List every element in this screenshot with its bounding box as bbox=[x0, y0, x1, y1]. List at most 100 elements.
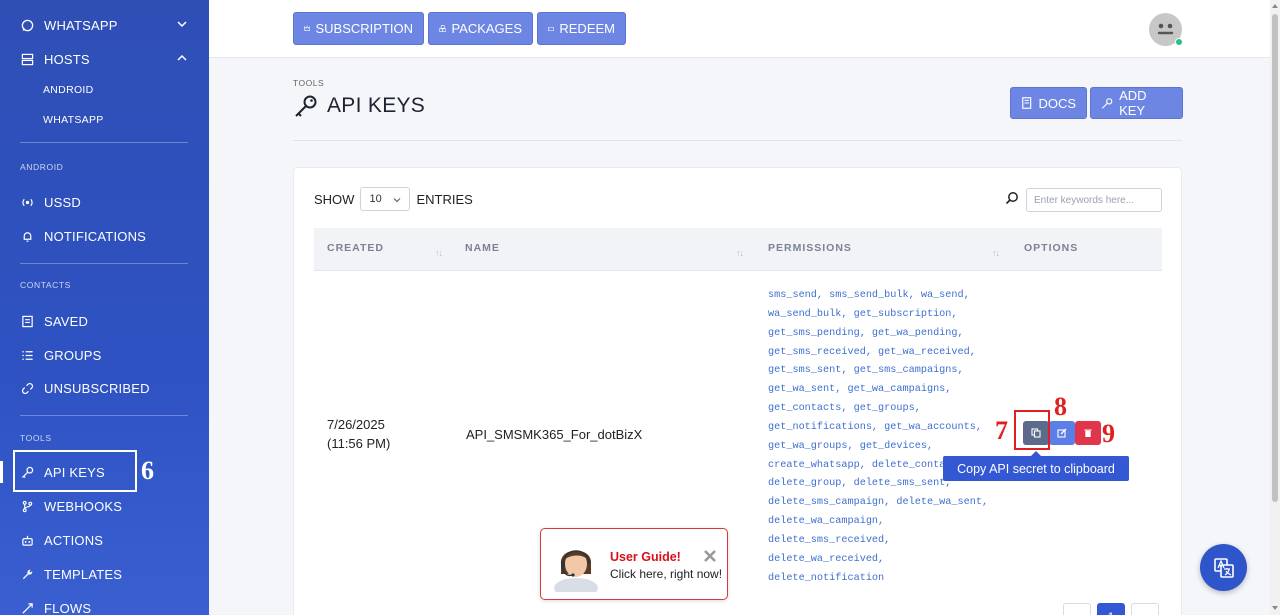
ticket-icon bbox=[548, 26, 555, 31]
sidebar-section-contacts: CONTACTS bbox=[20, 280, 71, 290]
pagination-next[interactable]: › bbox=[1131, 603, 1159, 615]
created-date: 7/26/2025 bbox=[327, 417, 385, 432]
breadcrumb: TOOLS bbox=[293, 78, 325, 88]
annotation-9: 9 bbox=[1102, 419, 1115, 448]
table-header: CREATED ↑↓ NAME ↑↓ PERMISSIONS ↑↓ OPTION… bbox=[314, 228, 1162, 271]
redeem-button[interactable]: REDEEM bbox=[537, 12, 626, 45]
whatsapp-icon bbox=[20, 18, 34, 32]
sidebar-item-webhooks[interactable]: WEBHOOKS bbox=[0, 491, 209, 521]
translate-button[interactable] bbox=[1200, 544, 1247, 591]
column-header-options: OPTIONS bbox=[1024, 242, 1079, 254]
annotation-7: 7 bbox=[995, 416, 1008, 445]
sidebar-item-label: UNSUBSCRIBED bbox=[44, 380, 150, 396]
sidebar-item-saved[interactable]: SAVED bbox=[0, 306, 209, 336]
column-header-created[interactable]: CREATED bbox=[327, 242, 384, 254]
user-guide-popup[interactable]: User Guide! Click here, right now! bbox=[540, 528, 728, 600]
chevron-left-icon: ‹ bbox=[1075, 610, 1079, 615]
sidebar-item-notifications[interactable]: NOTIFICATIONS bbox=[0, 221, 209, 251]
chevron-right-icon: › bbox=[1143, 610, 1147, 615]
sidebar-item-label: ACTIONS bbox=[44, 532, 104, 548]
server-icon bbox=[20, 52, 34, 66]
chevron-up-icon bbox=[177, 54, 187, 61]
sidebar-item-whatsapp[interactable]: WHATSAPP bbox=[0, 10, 209, 40]
sidebar-item-hosts[interactable]: HOSTS bbox=[0, 44, 209, 74]
highlight-box-copy bbox=[1014, 410, 1050, 450]
sidebar-item-groups[interactable]: GROUPS bbox=[0, 340, 209, 370]
column-header-name[interactable]: NAME bbox=[465, 242, 500, 254]
sort-icon[interactable]: ↑↓ bbox=[736, 248, 744, 258]
entries-select[interactable]: 10 bbox=[360, 187, 411, 211]
sidebar-item-label: GROUPS bbox=[44, 347, 102, 363]
sidebar-item-label: SAVED bbox=[44, 313, 89, 329]
sidebar-section-android: ANDROID bbox=[20, 162, 64, 172]
sidebar-item-label: WHATSAPP bbox=[44, 17, 118, 33]
sidebar-item-label: NOTIFICATIONS bbox=[44, 228, 147, 244]
chevron-down-icon bbox=[177, 21, 187, 28]
key-icon bbox=[1101, 97, 1113, 109]
sidebar-item-label: HOSTS bbox=[44, 51, 90, 67]
page-title: API KEYS bbox=[293, 94, 425, 118]
avatar[interactable] bbox=[1149, 13, 1183, 46]
robot-icon bbox=[20, 533, 34, 547]
edit-key-button[interactable] bbox=[1049, 421, 1075, 445]
translate-icon bbox=[1213, 557, 1234, 578]
sidebar-item-label: USSD bbox=[44, 194, 81, 210]
tooltip: Copy API secret to clipboard bbox=[943, 451, 1129, 481]
search-input[interactable] bbox=[1026, 188, 1162, 212]
sort-icon[interactable]: ↑↓ bbox=[435, 248, 443, 258]
wrench-icon bbox=[20, 567, 34, 581]
permissions-list: sms_send, sms_send_bulk, wa_send, wa_sen… bbox=[768, 290, 989, 584]
sidebar-divider bbox=[20, 263, 188, 264]
created-time: (11:56 PM) bbox=[327, 436, 391, 451]
add-key-button[interactable]: ADD KEY bbox=[1090, 87, 1183, 119]
book-icon bbox=[1022, 97, 1032, 109]
edit-icon bbox=[1057, 428, 1067, 438]
boxes-icon bbox=[439, 25, 447, 32]
annotation-8: 8 bbox=[1054, 392, 1067, 421]
branch-icon bbox=[20, 499, 34, 513]
search-icon bbox=[1005, 192, 1018, 205]
pagination-prev[interactable]: ‹ bbox=[1063, 603, 1091, 615]
signal-icon bbox=[20, 195, 34, 209]
sidebar-section-tools: TOOLS bbox=[20, 433, 52, 443]
subscription-button[interactable]: SUBSCRIPTION bbox=[293, 12, 424, 45]
sidebar-item-flows[interactable]: FLOWS bbox=[0, 593, 209, 615]
close-icon[interactable] bbox=[703, 549, 717, 563]
user-guide-subtitle: Click here, right now! bbox=[610, 567, 723, 581]
crown-icon bbox=[304, 25, 311, 31]
page-scrollbar[interactable] bbox=[1270, 0, 1280, 615]
scroll-up-arrow[interactable] bbox=[1272, 4, 1278, 8]
sidebar-item-unsubscribed[interactable]: UNSUBSCRIBED bbox=[0, 373, 209, 403]
highlight-box-api-keys bbox=[13, 450, 137, 492]
contact-card-icon bbox=[20, 314, 34, 328]
flow-icon bbox=[20, 601, 34, 615]
sort-icon[interactable]: ↑↓ bbox=[992, 248, 1000, 258]
sidebar-item-templates[interactable]: TEMPLATES bbox=[0, 559, 209, 589]
online-status-dot bbox=[1175, 38, 1183, 46]
trash-icon bbox=[1084, 429, 1092, 437]
delete-key-button[interactable] bbox=[1075, 421, 1101, 445]
annotation-6: 6 bbox=[141, 456, 154, 485]
api-key-name: API_SMSMK365_For_dotBizX bbox=[466, 427, 643, 442]
sidebar-item-actions[interactable]: ACTIONS bbox=[0, 525, 209, 555]
sidebar-divider bbox=[20, 415, 188, 416]
unlink-icon bbox=[20, 381, 34, 395]
sidebar: WHATSAPP HOSTS ANDROID WHATSAPP ANDROID … bbox=[0, 0, 209, 615]
entries-control: SHOW 10 ENTRIES bbox=[314, 187, 473, 211]
support-agent-icon bbox=[554, 550, 598, 592]
divider bbox=[293, 140, 1182, 141]
docs-button[interactable]: DOCS bbox=[1010, 87, 1087, 119]
sidebar-item-label: TEMPLATES bbox=[44, 566, 123, 582]
scrollbar-thumb[interactable] bbox=[1272, 14, 1278, 502]
sidebar-item-ussd[interactable]: USSD bbox=[0, 187, 209, 217]
scroll-down-arrow[interactable] bbox=[1272, 606, 1278, 610]
pagination-page[interactable]: 1 bbox=[1097, 603, 1125, 615]
sidebar-subitem-android[interactable]: ANDROID bbox=[43, 84, 94, 96]
sidebar-item-label: FLOWS bbox=[44, 600, 92, 615]
sidebar-divider bbox=[20, 142, 188, 143]
packages-button[interactable]: PACKAGES bbox=[428, 12, 533, 45]
chevron-down-icon bbox=[394, 198, 401, 203]
column-header-permissions[interactable]: PERMISSIONS bbox=[768, 242, 852, 254]
sidebar-subitem-whatsapp[interactable]: WHATSAPP bbox=[43, 114, 104, 126]
sidebar-item-label: WEBHOOKS bbox=[44, 498, 123, 514]
